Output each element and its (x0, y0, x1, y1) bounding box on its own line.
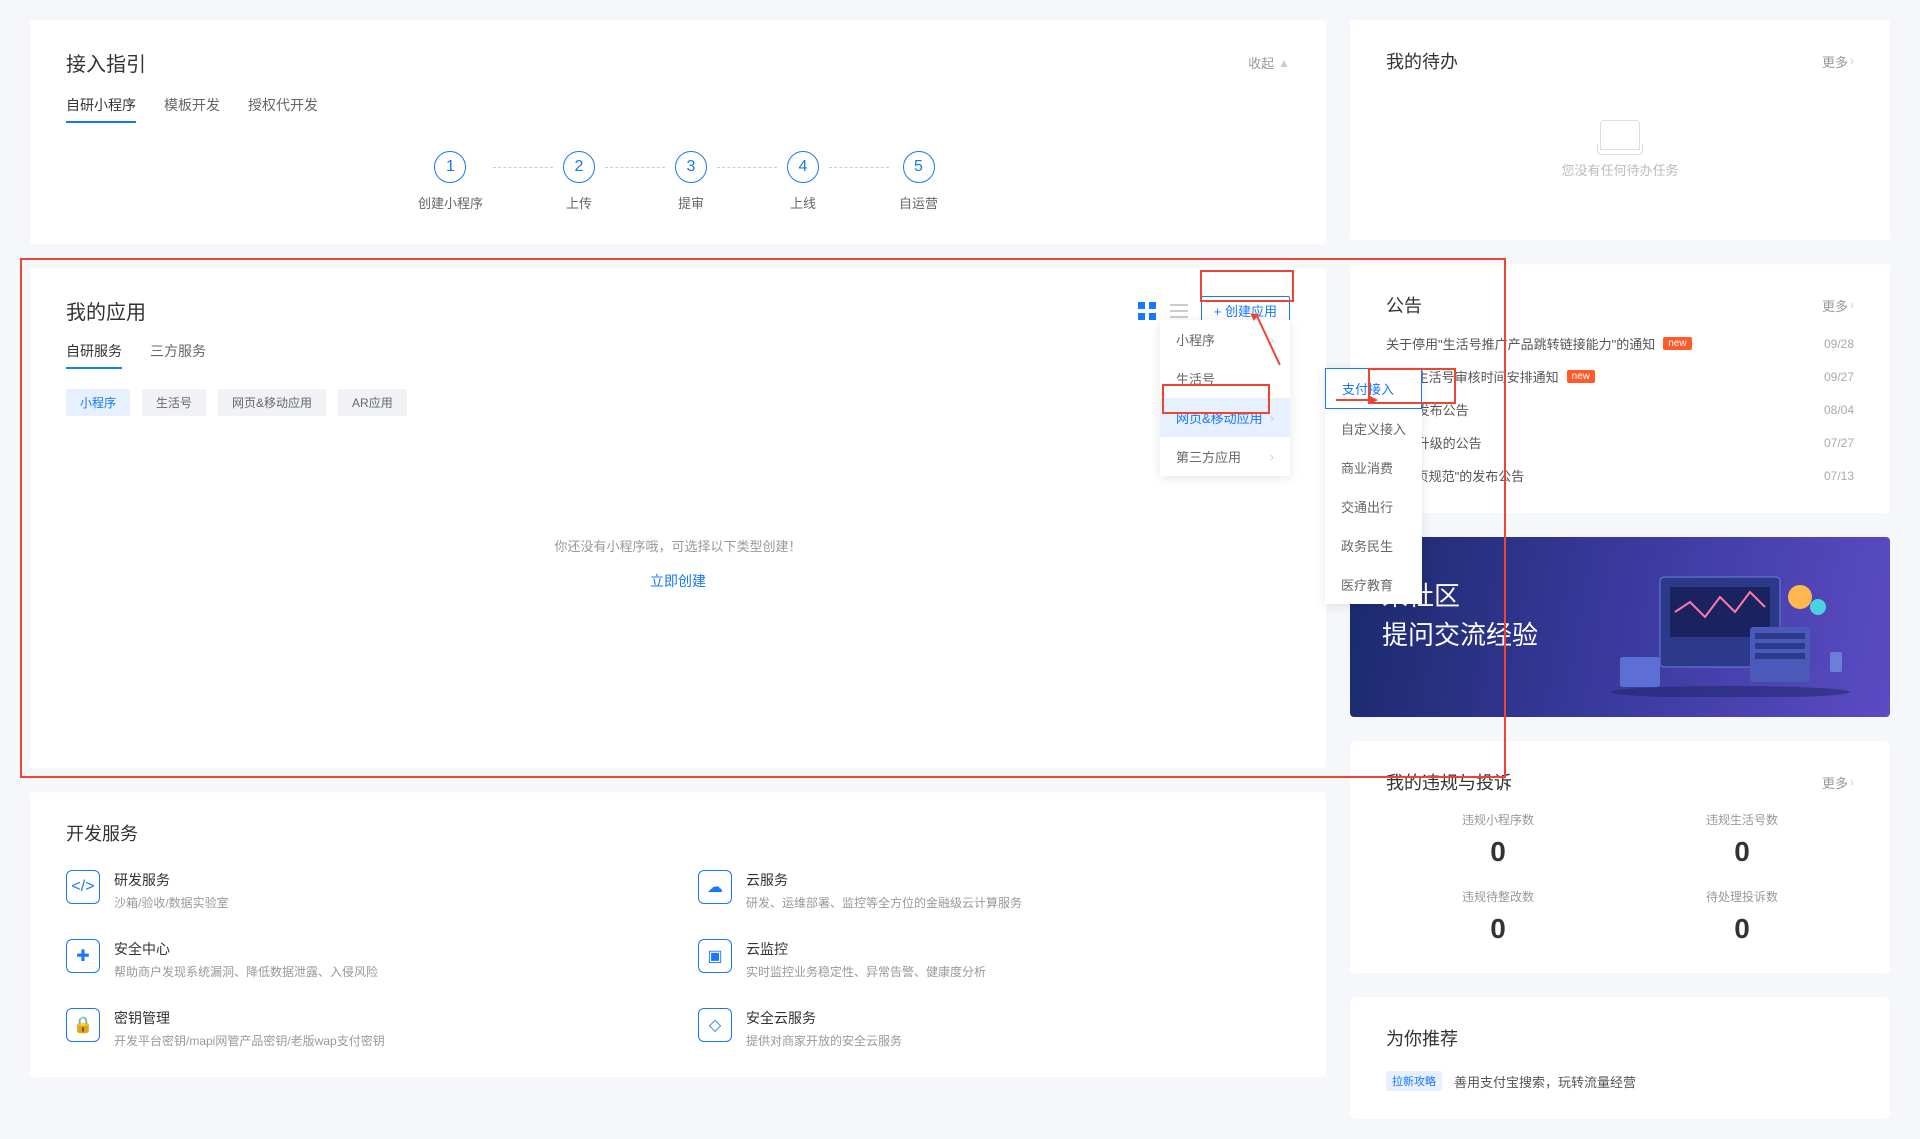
monitor-icon: ▣ (698, 939, 732, 973)
announce-row[interactable]: H5网页规范"的发布公告07/13 (1386, 466, 1854, 485)
dev-item-seccloud[interactable]: ◇ 安全云服务提供对商家开放的安全云服务 (698, 1008, 1290, 1049)
stat-pending-fix: 违规待整改数0 (1386, 888, 1610, 945)
todo-card: 我的待办 更多› 您没有任何待办任务 (1350, 20, 1890, 240)
annotation-red-arrow-right (1336, 399, 1376, 401)
chip-ar[interactable]: AR应用 (338, 389, 407, 416)
dropdown-item-web-mobile[interactable]: 网页&移动应用› (1160, 398, 1290, 437)
cloud-icon: ☁ (698, 870, 732, 904)
submenu-medical[interactable]: 医疗教育 (1325, 565, 1422, 604)
chip-miniprogram[interactable]: 小程序 (66, 389, 130, 416)
create-link[interactable]: 立即创建 (650, 571, 706, 591)
dev-item-monitor[interactable]: ▣ 云监控实时监控业务稳定性、异常告警、健康度分析 (698, 939, 1290, 980)
guide-tab-2[interactable]: 授权代开发 (248, 95, 318, 123)
chevron-up-icon: ▲ (1278, 56, 1290, 70)
announce-row[interactable]: 程序/生活号审核时间安排通知new09/27 (1386, 367, 1854, 386)
step-2[interactable]: 2上传 (563, 151, 595, 212)
dropdown-item-miniprogram[interactable]: 小程序› (1160, 320, 1290, 359)
submenu-gov[interactable]: 政务民生 (1325, 526, 1422, 565)
code-icon: </> (66, 870, 100, 904)
announce-row[interactable]: 范"的发布公告08/04 (1386, 400, 1854, 419)
dev-item-rd[interactable]: </> 研发服务沙箱/验收/数据实验室 (66, 870, 658, 911)
step-5[interactable]: 5自运营 (899, 151, 938, 212)
chevron-right-icon: › (1270, 450, 1274, 464)
step-1[interactable]: 1创建小程序 (418, 151, 483, 212)
dev-item-cloud[interactable]: ☁ 云服务研发、运维部署、监控等全方位的金融级云计算服务 (698, 870, 1290, 911)
submenu-custom[interactable]: 自定义接入 (1325, 409, 1422, 448)
new-badge: new (1567, 370, 1595, 383)
myapps-card: 我的应用 + 创建应用 自研服务 三方服务 小程序 生活号 网页&移 (30, 268, 1326, 768)
recommend-card: 为你推荐 拉新攻略 善用支付宝搜索，玩转流量经营 (1350, 997, 1890, 1119)
empty-text: 你还没有小程序哦，可选择以下类型创建！ (554, 536, 801, 555)
recommend-tag: 拉新攻略 (1386, 1071, 1442, 1091)
todo-more-link[interactable]: 更多› (1822, 52, 1854, 71)
recommend-item[interactable]: 拉新攻略 善用支付宝搜索，玩转流量经营 (1386, 1071, 1854, 1091)
myapps-title: 我的应用 (66, 296, 146, 325)
chevron-right-icon: › (1850, 775, 1854, 789)
grid-view-icon[interactable] (1137, 301, 1157, 321)
app-tab-third[interactable]: 三方服务 (150, 341, 206, 369)
violation-more-link[interactable]: 更多› (1822, 773, 1854, 792)
stat-lifenum-violation: 违规生活号数0 (1630, 811, 1854, 868)
announce-row[interactable]: 关于停用"生活号推广产品跳转链接能力"的通知new09/28 (1386, 334, 1854, 353)
announce-title: 公告 (1386, 292, 1422, 318)
step-3[interactable]: 3提审 (675, 151, 707, 212)
lock-icon: 🔒 (66, 1008, 100, 1042)
todo-title: 我的待办 (1386, 48, 1458, 74)
submenu-business[interactable]: 商业消费 (1325, 448, 1422, 487)
chevron-right-icon: › (1270, 411, 1274, 425)
cloud-shield-icon: ◇ (698, 1008, 732, 1042)
dropdown-item-lifenum[interactable]: 生活号 (1160, 359, 1290, 398)
dev-item-key[interactable]: 🔒 密钥管理开发平台密钥/mapi网管产品密钥/老版wap支付密钥 (66, 1008, 658, 1049)
violation-title: 我的违规与投诉 (1386, 769, 1512, 795)
collapse-toggle[interactable]: 收起 ▲ (1248, 53, 1290, 72)
empty-state: 你还没有小程序哦，可选择以下类型创建！ 立即创建 (66, 456, 1290, 671)
chip-lifenum[interactable]: 生活号 (142, 389, 206, 416)
chip-web-mobile[interactable]: 网页&移动应用 (218, 389, 326, 416)
step-4[interactable]: 4上线 (787, 151, 819, 212)
banner-illustration (1600, 557, 1860, 697)
guide-tab-1[interactable]: 模板开发 (164, 95, 220, 123)
list-view-icon[interactable] (1169, 301, 1189, 321)
chevron-right-icon: › (1850, 54, 1854, 68)
chevron-right-icon: › (1850, 298, 1854, 312)
guide-tab-0[interactable]: 自研小程序 (66, 95, 136, 123)
stat-pending-complaint: 待处理投诉数0 (1630, 888, 1854, 945)
violation-card: 我的违规与投诉 更多› 违规小程序数0 违规生活号数0 违规待整改数0 待处理投… (1350, 741, 1890, 973)
app-tab-self[interactable]: 自研服务 (66, 341, 122, 369)
dev-item-security[interactable]: ✚ 安全中心帮助商户发现系统漏洞、降低数据泄露、入侵风险 (66, 939, 658, 980)
submenu-transport[interactable]: 交通出行 (1325, 487, 1422, 526)
announce-row[interactable]: 组件"升级的公告07/27 (1386, 433, 1854, 452)
community-banner[interactable]: 来社区提问交流经验 (1350, 537, 1890, 717)
dev-services-title: 开发服务 (66, 820, 1290, 846)
new-badge: new (1663, 337, 1691, 350)
recommend-title: 为你推荐 (1386, 1025, 1458, 1051)
announce-card: 公告 更多› 关于停用"生活号推广产品跳转链接能力"的通知new09/28 程序… (1350, 264, 1890, 513)
announce-more-link[interactable]: 更多› (1822, 296, 1854, 315)
stat-miniprogram-violation: 违规小程序数0 (1386, 811, 1610, 868)
dev-services-card: 开发服务 </> 研发服务沙箱/验收/数据实验室 ☁ 云服务研发、运维部署、监控… (30, 792, 1326, 1077)
steps-row: 1创建小程序 2上传 3提审 4上线 5自运营 (66, 141, 1290, 216)
dropdown-item-third[interactable]: 第三方应用› (1160, 437, 1290, 476)
guide-card: 接入指引 收起 ▲ 自研小程序 模板开发 授权代开发 1创建小程序 2上传 3提… (30, 20, 1326, 244)
inbox-icon (1600, 120, 1640, 150)
guide-title: 接入指引 (66, 48, 146, 77)
guide-tabs: 自研小程序 模板开发 授权代开发 (66, 95, 1290, 123)
shield-plus-icon: ✚ (66, 939, 100, 973)
todo-empty-text: 您没有任何待办任务 (1561, 160, 1678, 179)
